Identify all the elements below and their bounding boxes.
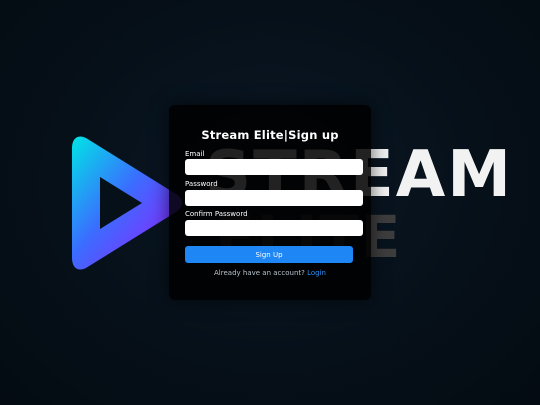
sign-up-button[interactable]: Sign Up	[185, 246, 353, 263]
card-title: Stream Elite|Sign up	[201, 128, 339, 142]
login-prompt-text: Already have an account?	[214, 269, 305, 277]
password-field[interactable]	[185, 190, 363, 206]
login-prompt-row: Already have an account? Login	[169, 269, 371, 277]
password-label: Password	[185, 180, 218, 188]
email-label: Email	[185, 150, 205, 158]
email-field[interactable]	[185, 159, 363, 175]
signup-card: Stream Elite|Sign up Email Password Conf…	[169, 105, 371, 300]
confirm-password-field[interactable]	[185, 220, 363, 236]
login-link[interactable]: Login	[307, 269, 326, 277]
confirm-password-label: Confirm Password	[185, 210, 248, 218]
page-background: STREAM ELITE Stream Elite|Sign up Email …	[0, 0, 540, 405]
play-triangle-icon	[72, 136, 182, 270]
